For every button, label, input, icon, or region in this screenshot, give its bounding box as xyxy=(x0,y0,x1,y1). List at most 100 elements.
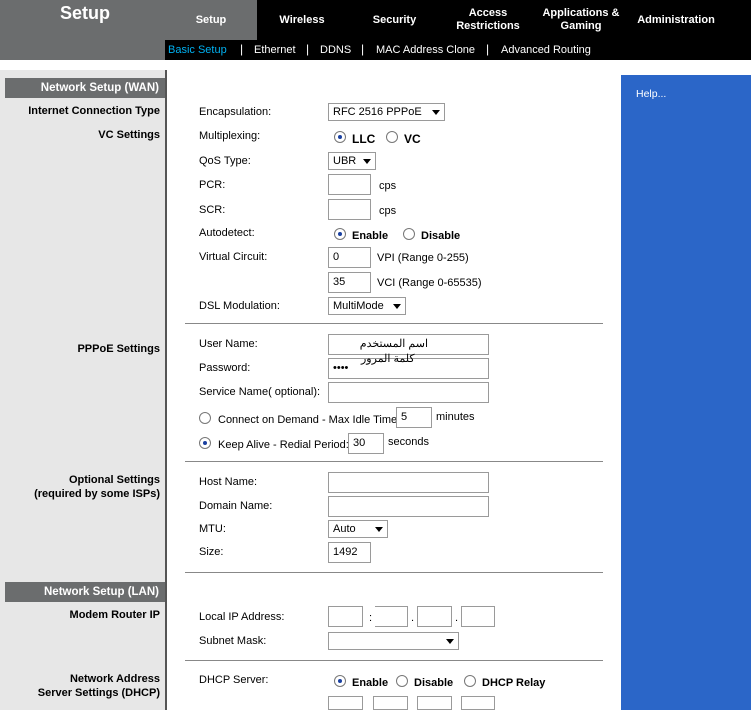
vpi-range: VPI (Range 0-255) xyxy=(377,252,469,264)
mtu-select[interactable]: Auto xyxy=(328,520,388,538)
tab-applications-gaming[interactable]: Applications & Gaming xyxy=(535,0,627,40)
autodetect-disable-radio[interactable] xyxy=(403,228,415,240)
pcr-unit: cps xyxy=(379,180,397,192)
dhcp-relay-ip-octet-2[interactable] xyxy=(373,696,408,710)
pcr-label: PCR: xyxy=(199,179,226,191)
dhcp-relay-label: DHCP Relay xyxy=(482,677,546,689)
subtab-divider: | xyxy=(361,42,365,56)
dhcp-server-label: DHCP Server: xyxy=(199,674,269,686)
domain-name-label: Domain Name: xyxy=(199,500,273,512)
local-ip-octet-3[interactable] xyxy=(417,606,452,627)
mtu-label: MTU: xyxy=(199,523,226,535)
dhcp-relay-ip-octet-3[interactable] xyxy=(417,696,452,710)
password-label: Password: xyxy=(199,362,251,374)
chevron-down-icon xyxy=(393,304,401,309)
idle-time-unit: minutes xyxy=(436,411,475,423)
chevron-down-icon xyxy=(446,639,454,644)
subtab-basic-setup[interactable]: Basic Setup xyxy=(168,44,227,56)
tab-wireless[interactable]: Wireless xyxy=(258,0,346,40)
help-link[interactable]: Help... xyxy=(636,88,666,100)
autodetect-enable-label: Enable xyxy=(352,230,389,242)
connect-on-demand-radio[interactable] xyxy=(199,412,211,424)
encapsulation-select[interactable]: RFC 2516 PPPoE xyxy=(328,103,445,121)
subtab-divider: | xyxy=(240,42,244,56)
llc-label: LLC xyxy=(352,132,376,146)
password-dots: •••• xyxy=(333,362,349,374)
pcr-input[interactable] xyxy=(328,174,371,195)
host-name-input[interactable] xyxy=(328,472,489,493)
dhcp-relay-ip-octet-1[interactable] xyxy=(328,696,363,710)
dhcp-relay-radio[interactable] xyxy=(464,675,476,687)
domain-name-input[interactable] xyxy=(328,496,489,517)
autodetect-enable-radio[interactable] xyxy=(334,228,346,240)
multiplexing-label: Multiplexing: xyxy=(199,130,261,142)
username-label: User Name: xyxy=(199,338,258,350)
qos-value: UBR xyxy=(333,155,357,167)
ip-separator: : xyxy=(369,612,373,624)
divider xyxy=(185,323,603,324)
label-vc-settings: VC Settings xyxy=(98,129,160,141)
subtab-divider: | xyxy=(306,42,310,56)
label-optional-settings: Optional Settings xyxy=(68,474,160,486)
page-title-block: Setup xyxy=(0,0,165,60)
dsl-modulation-select[interactable]: MultiMode xyxy=(328,297,406,315)
service-name-input[interactable] xyxy=(328,382,489,403)
tab-setup[interactable]: Setup xyxy=(165,0,257,40)
subtab-ddns[interactable]: DDNS xyxy=(320,44,351,56)
vci-input[interactable]: 35 xyxy=(328,272,371,293)
section-header-lan: Network Setup (LAN) xyxy=(5,582,165,602)
vc-radio[interactable] xyxy=(386,131,398,143)
chevron-down-icon xyxy=(432,110,440,115)
keep-alive-radio[interactable] xyxy=(199,437,211,449)
scr-input[interactable] xyxy=(328,199,371,220)
subtab-advanced-routing[interactable]: Advanced Routing xyxy=(501,44,591,56)
tab-security[interactable]: Security xyxy=(348,0,441,40)
virtual-circuit-label: Virtual Circuit: xyxy=(199,251,268,263)
tab-administration[interactable]: Administration xyxy=(628,0,724,40)
dsl-modulation-value: MultiMode xyxy=(333,300,384,312)
qos-select[interactable]: UBR xyxy=(328,152,376,170)
vci-range: VCI (Range 0-65535) xyxy=(377,277,482,289)
max-idle-time-input[interactable]: 5 xyxy=(396,407,432,428)
redial-period-unit: seconds xyxy=(388,436,429,448)
subnet-mask-select[interactable] xyxy=(328,632,459,650)
page-title: Setup xyxy=(60,3,111,23)
dsl-modulation-label: DSL Modulation: xyxy=(199,300,280,312)
local-ip-octet-1[interactable] xyxy=(328,606,363,627)
mtu-value: Auto xyxy=(333,523,356,535)
label-network-address: Network Address xyxy=(69,673,160,685)
qos-label: QoS Type: xyxy=(199,155,251,167)
label-internet-connection-type: Internet Connection Type xyxy=(28,105,160,117)
help-sidebar xyxy=(621,75,751,710)
subtab-mac-address-clone[interactable]: MAC Address Clone xyxy=(376,44,475,56)
vpi-input[interactable]: 0 xyxy=(328,247,371,268)
password-overlay-text: كلمة المرور xyxy=(361,353,415,365)
tab-access-restrictions[interactable]: Access Restrictions xyxy=(443,0,533,40)
subnet-mask-label: Subnet Mask: xyxy=(199,635,267,647)
dhcp-enable-radio[interactable] xyxy=(334,675,346,687)
subtab-divider: | xyxy=(486,42,490,56)
autodetect-label: Autodetect: xyxy=(199,227,255,239)
section-header-wan: Network Setup (WAN) xyxy=(5,78,165,98)
llc-radio[interactable] xyxy=(334,131,346,143)
keep-alive-label: Keep Alive - Redial Period: xyxy=(218,439,349,451)
divider xyxy=(185,461,603,462)
mtu-size-input[interactable]: 1492 xyxy=(328,542,371,563)
local-ip-octet-4[interactable] xyxy=(461,606,495,627)
chevron-down-icon xyxy=(363,159,371,164)
connect-on-demand-label: Connect on Demand - Max Idle Time: xyxy=(218,414,401,426)
ip-separator: . xyxy=(411,612,415,624)
encapsulation-label: Encapsulation: xyxy=(199,106,272,118)
label-dhcp-server-settings: Server Settings (DHCP) xyxy=(37,687,160,699)
vc-label: VC xyxy=(404,132,421,146)
autodetect-disable-label: Disable xyxy=(421,230,461,242)
subtab-ethernet[interactable]: Ethernet xyxy=(254,44,296,56)
size-label: Size: xyxy=(199,546,224,558)
redial-period-input[interactable]: 30 xyxy=(348,433,384,454)
local-ip-octet-2[interactable] xyxy=(375,606,408,627)
label-pppoe-settings: PPPoE Settings xyxy=(77,343,160,355)
dhcp-disable-radio[interactable] xyxy=(396,675,408,687)
dhcp-relay-ip-octet-4[interactable] xyxy=(461,696,495,710)
host-name-label: Host Name: xyxy=(199,476,258,488)
ip-separator: . xyxy=(455,612,459,624)
